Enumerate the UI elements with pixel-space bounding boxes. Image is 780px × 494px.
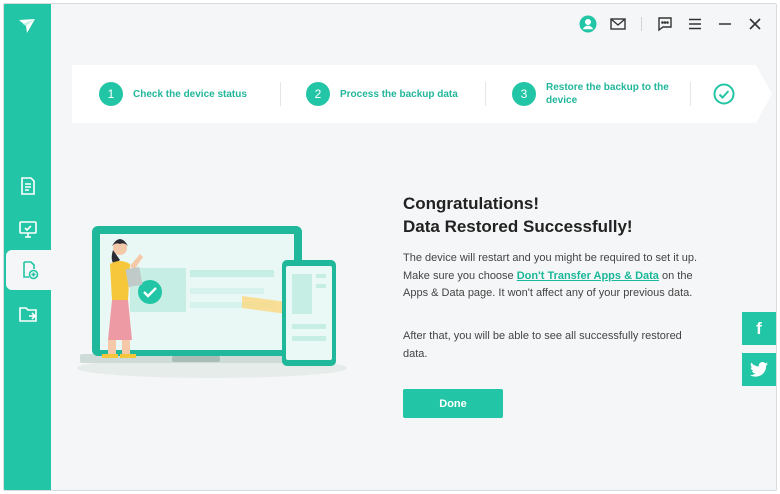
monitor-check-icon	[18, 221, 37, 238]
feedback-button[interactable]	[656, 15, 674, 33]
sidebar-item-monitor[interactable]	[4, 209, 51, 249]
app-logo-icon	[19, 19, 35, 33]
step-label: Check the device status	[133, 88, 247, 100]
success-illustration	[77, 226, 347, 378]
titlebar-controls	[579, 15, 764, 33]
facebook-button[interactable]: f	[742, 312, 776, 345]
step-number: 2	[306, 82, 330, 106]
close-button[interactable]	[746, 15, 764, 33]
title-line: Data Restored Successfully!	[403, 217, 633, 236]
app-window: 1 Check the device status 2 Process the …	[3, 3, 777, 491]
minimize-icon	[719, 23, 731, 25]
folder-export-icon	[18, 307, 37, 322]
progress-steps: 1 Check the device status 2 Process the …	[72, 65, 772, 123]
twitter-icon	[750, 362, 768, 377]
followup-paragraph: After that, you will be able to see all …	[403, 330, 682, 360]
close-icon	[749, 18, 761, 30]
step-divider	[690, 82, 691, 106]
menu-button[interactable]	[686, 15, 704, 33]
dont-transfer-apps-link[interactable]: Don't Transfer Apps & Data	[517, 270, 659, 282]
step-2: 2 Process the backup data	[306, 65, 458, 123]
sidebar-item-export[interactable]	[4, 294, 51, 334]
instructions-paragraph: The device will restart and you might be…	[403, 250, 698, 303]
titlebar-divider	[641, 17, 642, 31]
sidebar-item-document[interactable]	[4, 166, 51, 206]
step-number: 1	[99, 82, 123, 106]
sidebar	[4, 4, 51, 490]
step-complete-check-icon	[713, 83, 735, 105]
step-1: 1 Check the device status	[99, 65, 247, 123]
restore-icon	[22, 261, 38, 280]
page-title: Congratulations! Data Restored Successfu…	[403, 192, 633, 238]
menu-icon	[689, 18, 701, 30]
feedback-icon	[658, 17, 672, 32]
sidebar-item-restore[interactable]	[6, 250, 51, 290]
mail-icon	[610, 18, 626, 30]
step-number: 3	[512, 82, 536, 106]
document-icon	[20, 177, 35, 195]
minimize-button[interactable]	[716, 15, 734, 33]
done-button[interactable]: Done	[403, 389, 503, 418]
step-label-line: device	[546, 95, 578, 106]
step-divider	[280, 82, 281, 106]
mail-button[interactable]	[609, 15, 627, 33]
step-label: Restore the backup to the device	[546, 81, 669, 107]
title-line: Congratulations!	[403, 194, 539, 213]
facebook-icon: f	[756, 318, 762, 338]
twitter-button[interactable]	[742, 353, 776, 386]
step-label: Process the backup data	[340, 88, 458, 100]
account-button[interactable]	[579, 15, 597, 33]
user-icon	[579, 15, 597, 33]
step-label-line: Restore the backup to the	[546, 82, 669, 93]
step-divider	[485, 82, 486, 106]
step-3: 3 Restore the backup to the device	[512, 65, 669, 123]
